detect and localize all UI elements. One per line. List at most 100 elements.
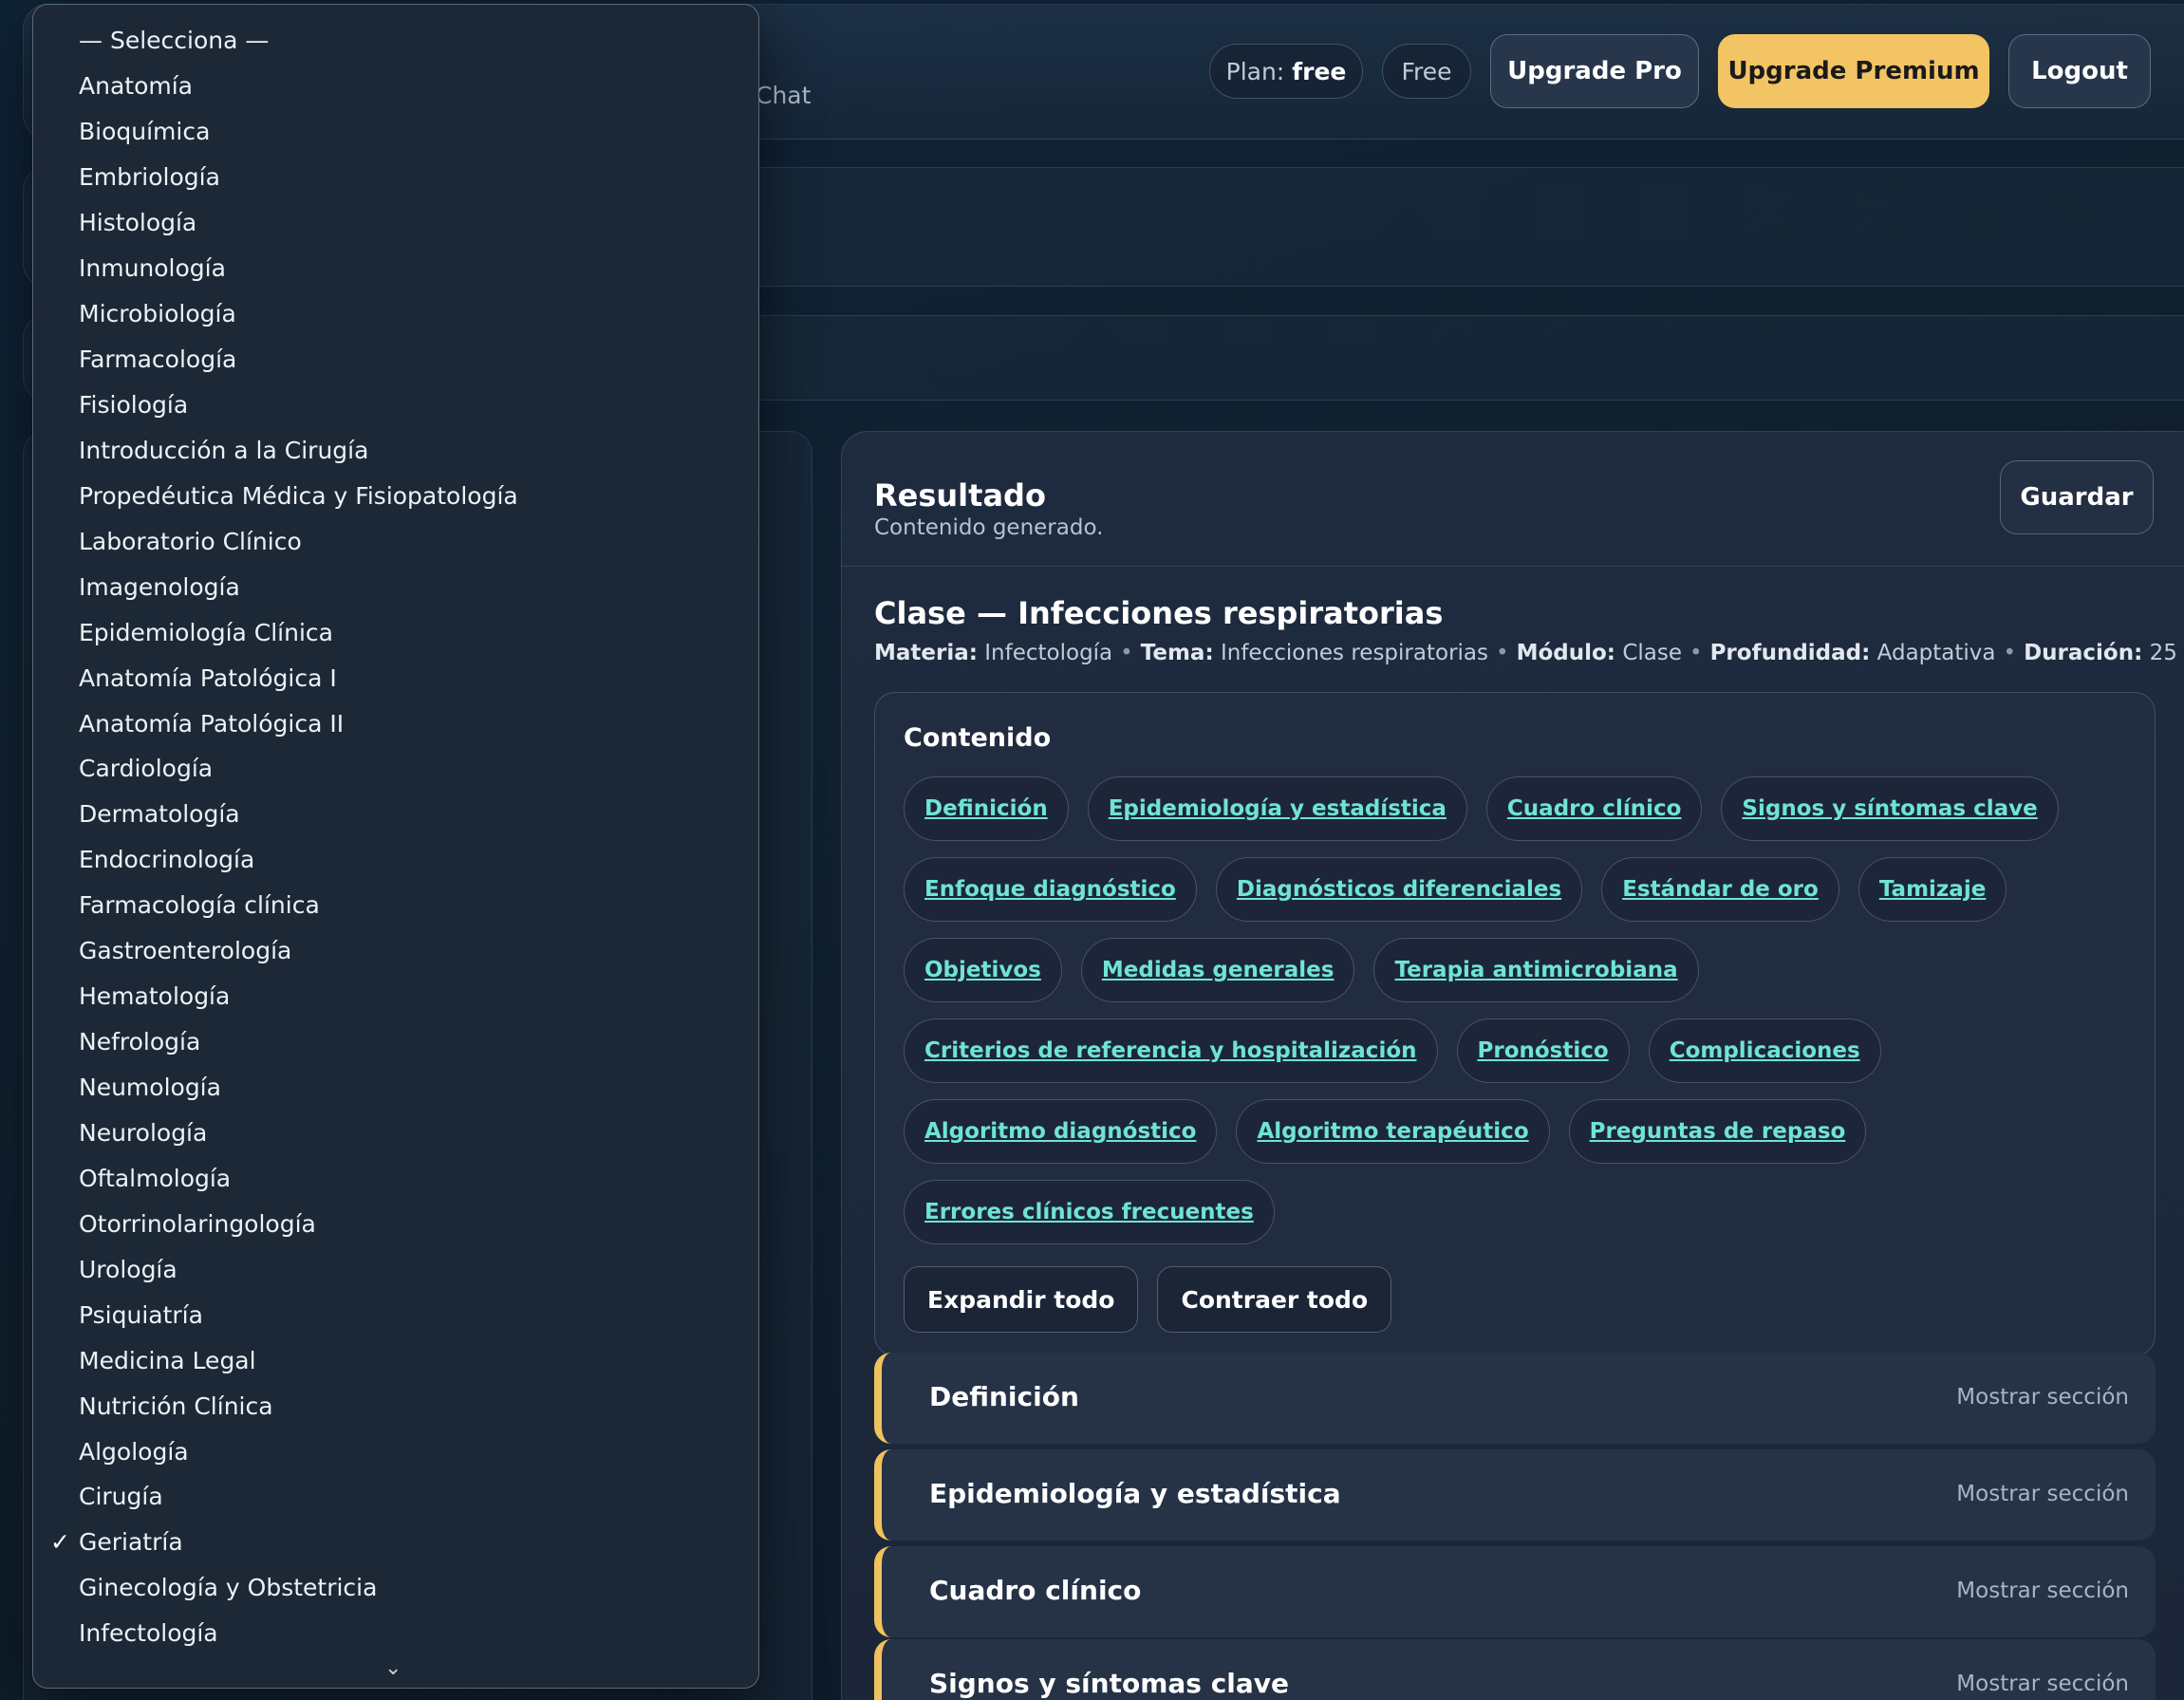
section-link-list: Definición Epidemiología y estadística Cua… — [904, 776, 2137, 1261]
dropdown-option[interactable]: — Selecciona — — [33, 18, 758, 64]
logout-button[interactable]: Logout — [2008, 34, 2151, 108]
upgrade-pro-button[interactable]: Upgrade Pro — [1490, 34, 1699, 108]
dropdown-option-label: Imagenología — [79, 572, 240, 601]
dropdown-option[interactable]: Farmacología clínica — [33, 883, 758, 928]
section-link-chip[interactable]: Objetivos — [904, 938, 1062, 1002]
dropdown-option-label: Anatomía Patológica II — [79, 709, 345, 738]
dropdown-option-label: Medicina Legal — [79, 1346, 256, 1374]
dropdown-option[interactable]: Embriología — [33, 155, 758, 200]
dropdown-option[interactable]: Epidemiología Clínica — [33, 609, 758, 655]
dropdown-option[interactable]: Histología — [33, 200, 758, 246]
dropdown-option[interactable]: Otorrinolaringología — [33, 1201, 758, 1246]
section-link-chip[interactable]: Terapia antimicrobiana — [1373, 938, 1699, 1002]
section-link-chip[interactable]: Definición — [904, 776, 1069, 841]
dropdown-option[interactable]: Algología — [33, 1429, 758, 1474]
meta-label: Profundidad: — [1709, 641, 1871, 665]
dropdown-option[interactable]: Nefrología — [33, 1019, 758, 1065]
section-link-chip[interactable]: Criterios de referencia y hospitalizació… — [904, 1018, 1438, 1083]
dropdown-option[interactable]: Ginecología y Obstetricia — [33, 1565, 758, 1611]
dropdown-option-label: Oftalmología — [79, 1164, 232, 1192]
dropdown-option[interactable]: Nutrición Clínica — [33, 1383, 758, 1429]
dropdown-option[interactable]: Neurología — [33, 1111, 758, 1156]
save-button[interactable]: Guardar — [2000, 460, 2154, 534]
show-section-toggle[interactable]: Mostrar sección — [1956, 1385, 2129, 1410]
dropdown-option[interactable]: Anatomía Patológica I — [33, 655, 758, 701]
dropdown-option-label: Ginecología y Obstetricia — [79, 1574, 378, 1602]
dropdown-option-label: — Selecciona — — [79, 27, 270, 55]
contents-title: Contenido — [904, 723, 1052, 753]
show-section-toggle[interactable]: Mostrar sección — [1956, 1482, 2129, 1506]
dropdown-option[interactable]: Anatomía Patológica II — [33, 701, 758, 746]
section-link-chip[interactable]: Diagnósticos diferenciales — [1215, 857, 1583, 922]
section-link-chip[interactable]: Enfoque diagnóstico — [904, 857, 1197, 922]
dropdown-option[interactable]: Inmunología — [33, 246, 758, 291]
dropdown-option[interactable]: Infectología — [33, 1611, 758, 1656]
section-link-chip[interactable]: Algoritmo diagnóstico — [904, 1099, 1218, 1164]
collapsible-section[interactable]: Epidemiología y estadística Mostrar secci… — [874, 1449, 2156, 1541]
dropdown-option-label: Farmacología — [79, 346, 237, 374]
dropdown-option[interactable]: Introducción a la Cirugía — [33, 427, 758, 473]
section-link-chip[interactable]: Epidemiología y estadística — [1087, 776, 1467, 841]
meta-profundidad: Adaptativa — [1876, 641, 1996, 665]
dropdown-option[interactable]: Anatomía — [33, 64, 758, 109]
section-link-chip[interactable]: Pronóstico — [1456, 1018, 1630, 1083]
section-link-chip[interactable]: Errores clínicos frecuentes — [904, 1180, 1275, 1244]
section-link-chip[interactable]: Tamizaje — [1857, 857, 2007, 922]
plan-label: Plan: — [1225, 57, 1285, 85]
dropdown-option[interactable]: Laboratorio Clínico — [33, 518, 758, 564]
dropdown-option-label: Farmacología clínica — [79, 891, 320, 920]
upgrade-premium-button[interactable]: Upgrade Premium — [1718, 34, 1989, 108]
section-link-chip[interactable]: Signos y síntomas clave — [1721, 776, 2059, 841]
collapsible-section[interactable]: Cuadro clínico Mostrar sección — [874, 1546, 2156, 1637]
dropdown-option[interactable]: Farmacología — [33, 337, 758, 383]
collapsible-section[interactable]: Definición Mostrar sección — [874, 1353, 2156, 1444]
tier-badge: Free — [1382, 44, 1471, 99]
dropdown-option[interactable]: Cardiología — [33, 746, 758, 792]
dropdown-option[interactable]: Dermatología — [33, 792, 758, 837]
meta-tema: Infecciones respiratorias — [1220, 641, 1488, 665]
section-title: Epidemiología y estadística — [929, 1478, 1341, 1509]
dropdown-option[interactable]: Imagenología — [33, 564, 758, 609]
chevron-down-icon[interactable]: ⌄ — [384, 1656, 401, 1680]
nav-link-chat[interactable]: Chat — [756, 82, 811, 109]
expand-all-button[interactable]: Expandir todo — [904, 1266, 1139, 1333]
dropdown-option-label: Introducción a la Cirugía — [79, 436, 369, 464]
class-title: Clase — Infecciones respiratorias — [874, 595, 1444, 631]
dropdown-option[interactable]: Medicina Legal — [33, 1337, 758, 1383]
show-section-toggle[interactable]: Mostrar sección — [1956, 1579, 2129, 1603]
section-link-chip[interactable]: Cuadro clínico — [1485, 776, 1703, 841]
class-meta: Materia: Infectología • Tema: Infecciones … — [874, 641, 2184, 665]
dropdown-option-label: Cardiología — [79, 755, 214, 783]
dropdown-option[interactable]: Gastroenterología — [33, 928, 758, 974]
dropdown-option[interactable]: Psiquiatría — [33, 1292, 758, 1337]
dropdown-option-label: Histología — [79, 209, 197, 237]
dropdown-option[interactable]: Hematología — [33, 974, 758, 1019]
dropdown-option-label: Gastroenterología — [79, 937, 292, 965]
dropdown-option[interactable]: Fisiología — [33, 383, 758, 428]
subject-dropdown-list[interactable]: — Selecciona — Anatomía Bioquímica Embriolo… — [32, 4, 759, 1689]
dropdown-option-label: Urología — [79, 1255, 177, 1283]
dropdown-option[interactable]: Bioquímica — [33, 109, 758, 155]
dropdown-option[interactable]: ✓ Geriatría — [33, 1520, 758, 1565]
dropdown-option[interactable]: Propedéutica Médica y Fisiopatología — [33, 473, 758, 518]
dropdown-option-label: Psiquiatría — [79, 1300, 203, 1329]
collapsible-section[interactable]: Signos y síntomas clave Mostrar sección — [874, 1639, 2156, 1700]
dropdown-option[interactable]: Endocrinología — [33, 837, 758, 883]
dropdown-option-label: Fisiología — [79, 390, 189, 419]
section-link-chip[interactable]: Algoritmo terapéutico — [1236, 1099, 1550, 1164]
dropdown-option[interactable]: Neumología — [33, 1065, 758, 1111]
dropdown-option-label: Embriología — [79, 163, 220, 192]
dropdown-option[interactable]: Oftalmología — [33, 1155, 758, 1201]
dropdown-option-label: Anatomía — [79, 72, 193, 101]
section-link-chip[interactable]: Estándar de oro — [1601, 857, 1839, 922]
dropdown-option[interactable]: Urología — [33, 1246, 758, 1292]
dropdown-option[interactable]: Cirugía — [33, 1474, 758, 1520]
collapse-all-button[interactable]: Contraer todo — [1157, 1266, 1392, 1333]
dropdown-option-label: Anatomía Patológica I — [79, 663, 337, 692]
dropdown-option-label: Laboratorio Clínico — [79, 527, 302, 555]
dropdown-option[interactable]: Microbiología — [33, 291, 758, 337]
section-link-chip[interactable]: Preguntas de repaso — [1568, 1099, 1867, 1164]
section-link-chip[interactable]: Complicaciones — [1648, 1018, 1881, 1083]
section-link-chip[interactable]: Medidas generales — [1080, 938, 1355, 1002]
show-section-toggle[interactable]: Mostrar sección — [1956, 1672, 2129, 1696]
